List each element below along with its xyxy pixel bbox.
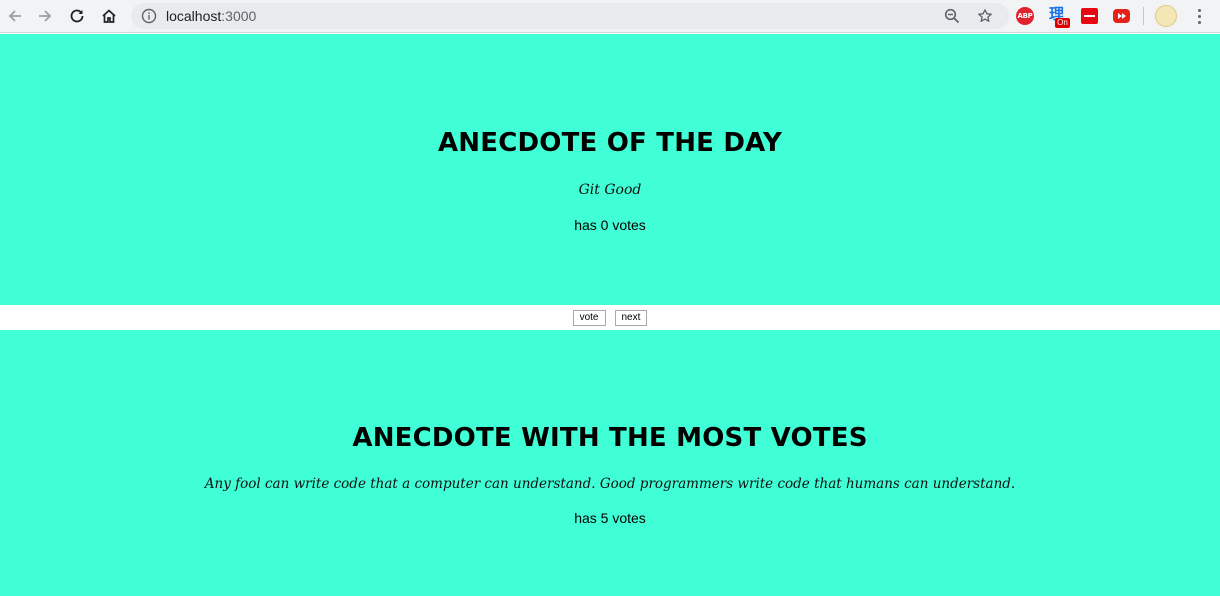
play-icon [1118, 13, 1126, 19]
back-arrow-icon [8, 10, 21, 22]
next-button[interactable]: next [614, 310, 648, 326]
most-votes-panel: ANECDOTE WITH THE MOST VOTES Any fool ca… [0, 330, 1220, 596]
home-icon [102, 9, 116, 23]
star-icon [978, 9, 992, 22]
anecdote-controls: vote next [0, 306, 1220, 330]
bookmark-button[interactable] [976, 7, 994, 25]
back-button[interactable] [2, 4, 28, 28]
reload-icon [70, 9, 84, 23]
forward-button[interactable] [32, 4, 58, 28]
page-viewport: ANECDOTE OF THE DAY Git Good has 0 votes… [0, 34, 1220, 596]
youtube-extension-icon[interactable] [1113, 9, 1130, 23]
most-votes-heading: ANECDOTE WITH THE MOST VOTES [352, 423, 868, 453]
anecdote-of-day-text: Git Good [578, 182, 642, 198]
translate-badge: On [1055, 18, 1070, 28]
anecdote-of-day-heading: ANECDOTE OF THE DAY [437, 128, 783, 158]
netflix-bar [1084, 15, 1095, 17]
reload-button[interactable] [64, 4, 90, 28]
url-text[interactable]: localhost:3000 [166, 8, 256, 24]
zoom-out-icon [944, 8, 960, 24]
vote-button[interactable]: vote [572, 310, 606, 326]
toolbar-divider [1143, 7, 1144, 25]
anecdote-of-day-votes: has 0 votes [574, 217, 646, 233]
address-bar[interactable]: localhost:3000 [131, 3, 1009, 29]
browser-toolbar: localhost:3000 ABP 理 On [0, 0, 1220, 33]
adblock-label: ABP [1017, 12, 1033, 20]
browser-menu-icon[interactable] [1190, 7, 1208, 25]
most-votes-votes: has 5 votes [574, 510, 646, 526]
zoom-button[interactable] [943, 7, 961, 25]
translate-extension-icon[interactable]: 理 On [1048, 5, 1070, 29]
url-port: :3000 [221, 8, 257, 24]
netflix-extension-icon[interactable] [1081, 8, 1098, 24]
most-votes-text: Any fool can write code that a computer … [204, 476, 1016, 492]
home-button[interactable] [96, 4, 122, 28]
info-icon[interactable] [141, 8, 157, 24]
adblock-extension-icon[interactable]: ABP [1016, 7, 1034, 25]
url-host: localhost [166, 8, 222, 24]
profile-avatar[interactable] [1155, 5, 1177, 27]
anecdote-of-day-panel: ANECDOTE OF THE DAY Git Good has 0 votes [0, 34, 1220, 305]
forward-arrow-icon [39, 10, 52, 22]
